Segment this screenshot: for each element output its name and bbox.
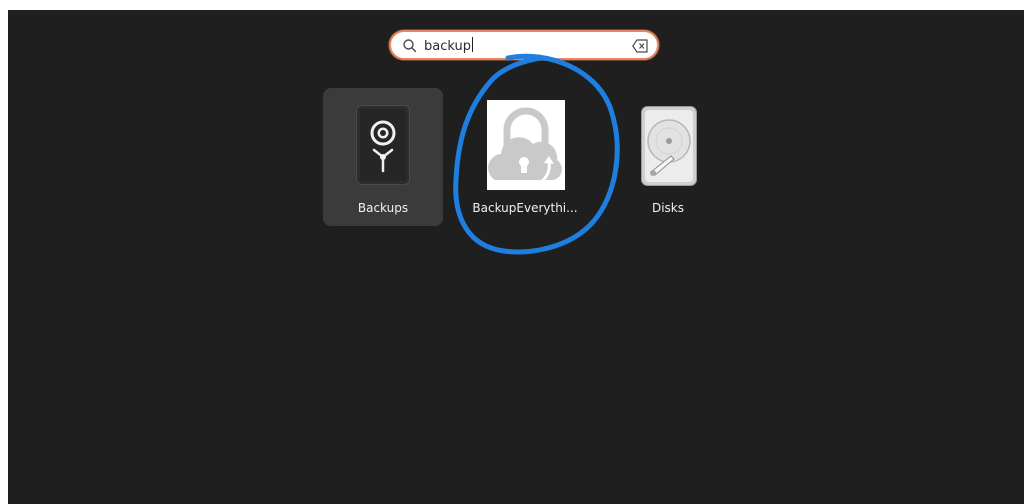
search-icon — [403, 39, 417, 53]
app-grid-overlay: backup Backups BackupEverythi... Disks — [8, 10, 1024, 504]
app-tile-backups[interactable]: Backups — [323, 88, 443, 226]
clear-text-icon[interactable] — [632, 39, 648, 53]
app-tile-disks[interactable]: Disks — [608, 88, 728, 226]
app-label: Backups — [357, 201, 409, 215]
text-caret — [472, 37, 473, 52]
hard-disk-icon — [641, 106, 697, 186]
annotation-circle — [453, 53, 620, 255]
app-label: Disks — [651, 201, 685, 215]
cloud-lock-icon — [487, 100, 565, 190]
app-label: BackupEverythi... — [472, 201, 578, 215]
app-tile-backupeverything[interactable]: BackupEverythi... — [465, 88, 585, 226]
search-query: backup — [424, 37, 473, 54]
backups-vault-icon — [356, 105, 410, 185]
search-field[interactable]: backup — [389, 30, 659, 60]
